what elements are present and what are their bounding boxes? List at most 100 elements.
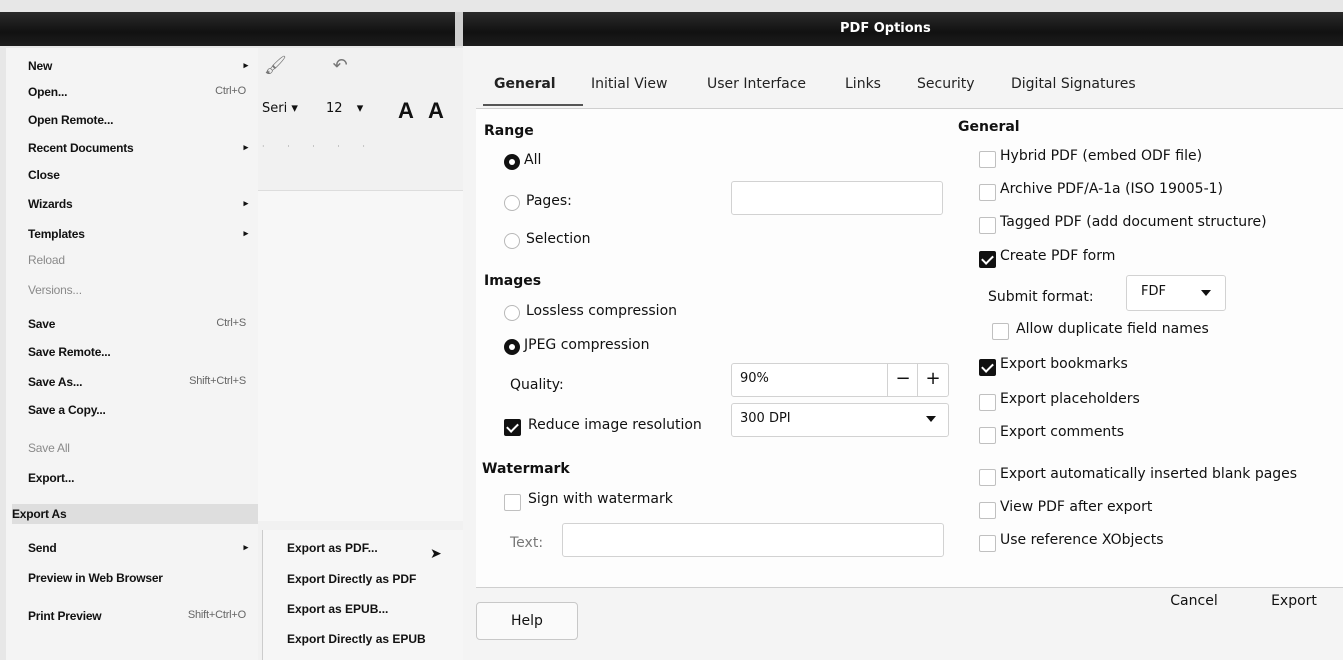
submit-format-combobox[interactable]: FDF [1126, 275, 1226, 311]
use-reference-xobjects-label: Use reference XObjects [1000, 532, 1164, 548]
export-blank-pages-checkbox[interactable] [979, 469, 996, 486]
grow-font-button[interactable]: A [398, 98, 414, 124]
font-name-box[interactable]: Seri ▾ [262, 101, 298, 116]
undo-icon[interactable]: ↶ [333, 55, 348, 76]
lossless-compression-radio[interactable] [504, 305, 520, 321]
export-comments-checkbox[interactable] [979, 427, 996, 444]
range-pages-radio[interactable] [504, 195, 520, 211]
reduce-image-resolution-checkbox[interactable] [504, 419, 521, 436]
create-pdf-form-label: Create PDF form [1000, 248, 1116, 264]
shortcut-label: Shift+Ctrl+O [187, 609, 246, 621]
tab-bar: General Initial View User Interface Link… [473, 76, 1333, 106]
cancel-button[interactable]: Cancel [1143, 582, 1245, 620]
export-placeholders-checkbox[interactable] [979, 394, 996, 411]
paintbrush-icon[interactable]: 🖌 [264, 55, 287, 76]
file-menu-item[interactable]: Templates ▸ [28, 224, 256, 244]
file-menu-item-label: Send [28, 541, 57, 555]
watermark-text-input[interactable] [562, 523, 944, 557]
view-pdf-after-export-checkbox[interactable] [979, 502, 996, 519]
tab-digital-signatures[interactable]: Digital Signatures [1011, 76, 1136, 92]
file-menu-item[interactable]: Print Preview Shift+Ctrl+O [28, 606, 256, 626]
quality-spinbox[interactable]: 90% − + [731, 363, 949, 397]
font-size-box[interactable]: 12 ▾ [326, 101, 363, 116]
file-menu-item-label: Wizards [28, 197, 73, 211]
pages-input[interactable] [731, 181, 943, 215]
create-pdf-form-checkbox[interactable] [979, 251, 996, 268]
export-directly-as-epub-item[interactable]: Export Directly as EPUB [287, 632, 426, 646]
file-menu-item-label: Close [28, 168, 60, 182]
allow-duplicate-field-names-label: Allow duplicate field names [1016, 321, 1209, 337]
archive-pdf-label: Archive PDF/A-1a (ISO 19005-1) [1000, 181, 1223, 197]
resolution-dropdown-icon[interactable] [926, 416, 936, 422]
file-menu-item[interactable]: Open Remote... [28, 110, 256, 130]
file-menu-item[interactable]: Export... [28, 468, 256, 488]
help-button[interactable]: Help [476, 602, 578, 640]
export-button[interactable]: Export [1249, 582, 1339, 620]
archive-pdf-checkbox[interactable] [979, 184, 996, 201]
file-menu-item-label: Save [28, 317, 56, 331]
file-menu-item[interactable]: Save As... Shift+Ctrl+S [28, 372, 256, 392]
use-reference-xobjects-checkbox[interactable] [979, 535, 996, 552]
file-menu-item[interactable]: Send ▸ [28, 538, 256, 558]
export-directly-as-pdf-item[interactable]: Export Directly as PDF [287, 572, 416, 586]
file-menu-item-label: Print Preview [28, 609, 102, 623]
file-menu: New ▸ Open... Ctrl+O Open Remote... Recent Do… [6, 48, 274, 660]
general-tab-panel: Range All Pages: Selection Images Lossle… [476, 108, 1343, 588]
file-menu-item[interactable]: Save Remote... [28, 342, 256, 362]
tab-links[interactable]: Links [845, 76, 881, 92]
file-menu-item[interactable]: Close [28, 165, 256, 185]
range-heading: Range [484, 123, 534, 139]
file-menu-item-label: Open Remote... [28, 113, 114, 127]
export-bookmarks-label: Export bookmarks [1000, 356, 1128, 372]
file-menu-item-label: Export As [12, 507, 67, 521]
file-menu-item[interactable]: Recent Documents ▸ [28, 138, 256, 158]
font-size-dropdown-icon[interactable]: ▾ [357, 101, 364, 116]
file-menu-item: Save All [28, 438, 256, 458]
file-menu-item[interactable]: Wizards ▸ [28, 194, 256, 214]
export-as-pdf-item[interactable]: Export as PDF... [287, 541, 378, 555]
file-menu-item[interactable]: Save Ctrl+S [28, 314, 256, 334]
tagged-pdf-label: Tagged PDF (add document structure) [1000, 214, 1267, 230]
submit-format-value: FDF [1141, 284, 1166, 299]
font-name-dropdown-icon[interactable]: ▾ [291, 101, 298, 116]
file-menu-item-label: Save a Copy... [28, 403, 106, 417]
quality-label: Quality: [510, 377, 564, 393]
resolution-value: 300 DPI [740, 411, 791, 426]
export-comments-label: Export comments [1000, 424, 1125, 440]
range-selection-radio[interactable] [504, 233, 520, 249]
file-menu-item-label: Preview in Web Browser [28, 571, 163, 585]
jpeg-compression-radio[interactable] [504, 339, 520, 355]
pdf-options-dialog: General Initial View User Interface Link… [463, 46, 1343, 660]
shrink-font-button[interactable]: A [428, 98, 444, 124]
range-all-radio[interactable] [504, 154, 520, 170]
export-as-epub-item[interactable]: Export as EPUB... [287, 602, 388, 616]
file-menu-item-label: Open... [28, 85, 68, 99]
range-all-label: All [524, 152, 542, 168]
toolbar-icons: 🖌 ↶ [264, 55, 348, 76]
file-menu-item[interactable]: Preview in Web Browser [28, 568, 256, 588]
submit-format-label: Submit format: [988, 289, 1094, 305]
resolution-combobox[interactable]: 300 DPI [731, 403, 949, 437]
tab-user-interface[interactable]: User Interface [707, 76, 806, 92]
file-menu-item-label: Save As... [28, 375, 83, 389]
quality-decrease-button[interactable]: − [887, 364, 918, 396]
document-page[interactable] [258, 190, 463, 521]
lossless-compression-label: Lossless compression [526, 303, 678, 319]
tab-security[interactable]: Security [917, 76, 975, 92]
sign-with-watermark-checkbox[interactable] [504, 494, 521, 511]
tagged-pdf-checkbox[interactable] [979, 217, 996, 234]
file-menu-item[interactable]: Export As▸ [12, 504, 274, 524]
shortcut-label: Shift+Ctrl+S [189, 375, 246, 387]
allow-duplicate-field-names-checkbox[interactable] [992, 323, 1009, 340]
file-menu-item-label: Save Remote... [28, 345, 111, 359]
tab-general[interactable]: General [494, 76, 556, 92]
submit-format-dropdown-icon[interactable] [1201, 290, 1211, 296]
export-bookmarks-checkbox[interactable] [979, 359, 996, 376]
file-menu-item: Versions... [28, 280, 256, 300]
file-menu-item[interactable]: Open... Ctrl+O [28, 82, 256, 102]
file-menu-item[interactable]: Save a Copy... [28, 400, 256, 420]
hybrid-pdf-checkbox[interactable] [979, 151, 996, 168]
quality-increase-button[interactable]: + [917, 364, 948, 396]
tab-initial-view[interactable]: Initial View [591, 76, 667, 92]
file-menu-item[interactable]: New ▸ [28, 56, 256, 76]
